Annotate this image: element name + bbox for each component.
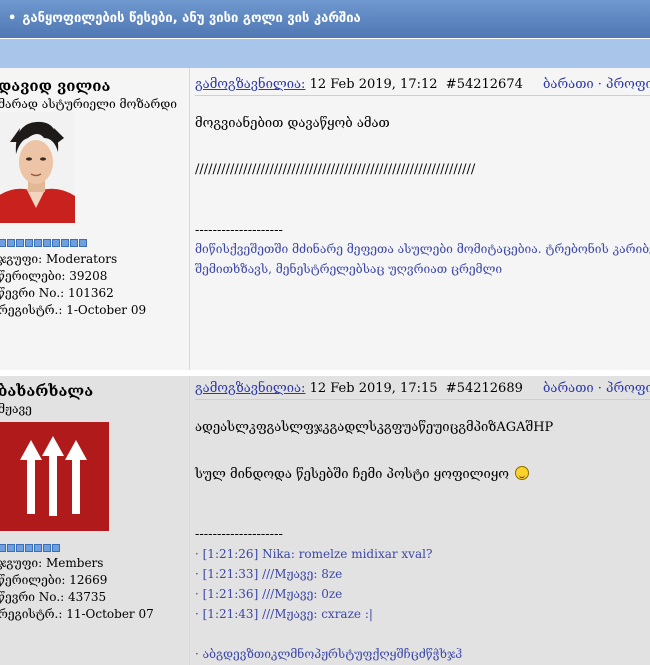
post-id-link[interactable]: #54212674 [446,77,523,92]
post-body-line: ////////////////////////////////////////… [195,162,476,177]
post-meta: გამოგზავნილია: 12 Feb 2019, 17:15 #54212… [195,381,650,396]
signature-line: · აბგდევზთიკლმნოპჟრსტუფქღყშჩცძწჭხჯჰ [195,647,463,661]
post-divider [195,399,650,400]
smiley-icon [515,466,530,480]
rank-pips [0,239,87,247]
avatar [0,422,109,531]
topic-subbar [0,38,650,68]
bullet-icon: • [8,11,17,26]
user-title: მჟავე [0,402,32,416]
post: დავიდ ვილია მარად ასტურიელი მოზარდი ჯგუფ… [0,68,650,370]
signature-line: მიწისქვეშეთში მძინარე მეფეთა ასულები მომ… [195,242,650,256]
signature-line: · [1:21:26] Nika: romelze midixar xval? [195,547,433,561]
signature-line: შემითხზავს, მენესტრელებსაც უღვრიათ ცრემლ… [195,262,503,276]
avatar-image [0,422,109,531]
post: ბახარხალა მჟავე ჯგუფი: Members წერილები:… [0,370,650,665]
post-date: 12 Feb 2019, 17:15 [309,381,438,396]
user-post-count: წერილები: 12669 [0,573,108,587]
user-member-number: წევრი No.: 101362 [0,286,114,300]
post-meta: გამოგზავნილია: 12 Feb 2019, 17:12 #54212… [195,77,650,92]
user-info-pane: დავიდ ვილია მარად ასტურიელი მოზარდი ჯგუფ… [0,68,190,370]
post-author-link[interactable]: გამოგზავნილია: [195,77,305,92]
user-post-count: წერილები: 39208 [0,269,108,283]
user-registered: რეგისტრ.: 11-October 07 [0,607,154,621]
user-member-number: წევრი No.: 43735 [0,590,107,604]
user-registered: რეგისტრ.: 1-October 09 [0,303,147,317]
signature-divider: -------------------- [195,527,283,542]
post-user-links[interactable]: ბარათი · პროფილი · [543,381,650,396]
post-message-pane: გამოგზავნილია: 12 Feb 2019, 17:15 #54212… [191,376,650,665]
signature-line: · [1:21:33] ///Mჟავე: 8ze [195,567,343,581]
post-body-line: მოგვიანებით დავაწყობ ამათ [195,116,390,131]
signature-line: · [1:21:43] ///Mჟავე: cxraze :| [195,607,373,621]
post-user-links[interactable]: ბარათი · პროფილი · [543,77,650,92]
post-id-link[interactable]: #54212689 [446,381,523,396]
post-date: 12 Feb 2019, 17:12 [309,77,438,92]
topic-title: განყოფილების წესები, ანუ ვისი გოლი ვის კ… [22,11,361,26]
post-body-line-with-smiley: სულ მინდოდა წესებში ჩემი პოსტი ყოფილიყო [195,466,530,482]
avatar [0,112,75,223]
user-group: ჯგუფი: Moderators [0,252,118,266]
post-divider [195,95,650,96]
username[interactable]: დავიდ ვილია [0,77,110,95]
avatar-image [0,112,75,223]
post-body-line: ადეასლკფგასლფჯკგადლსკგფუაწეუიცგმპიზAGAშH… [195,420,554,435]
signature-divider: -------------------- [195,223,283,238]
user-title: მარად ასტურიელი მოზარდი [0,97,177,111]
rank-pips [0,544,60,552]
username[interactable]: ბახარხალა [0,382,93,400]
post-author-link[interactable]: გამოგზავნილია: [195,381,305,396]
topic-title-bar: • განყოფილების წესები, ანუ ვისი გოლი ვის … [0,0,650,38]
signature-line: · [1:21:36] ///Mჟავე: 0ze [195,587,343,601]
user-group: ჯგუფი: Members [0,556,104,570]
post-message-pane: გამოგზავნილია: 12 Feb 2019, 17:12 #54212… [191,68,650,370]
user-info-pane: ბახარხალა მჟავე ჯგუფი: Members წერილები:… [0,376,190,665]
post-body-text: სულ მინდოდა წესებში ჩემი პოსტი ყოფილიყო [195,467,509,482]
